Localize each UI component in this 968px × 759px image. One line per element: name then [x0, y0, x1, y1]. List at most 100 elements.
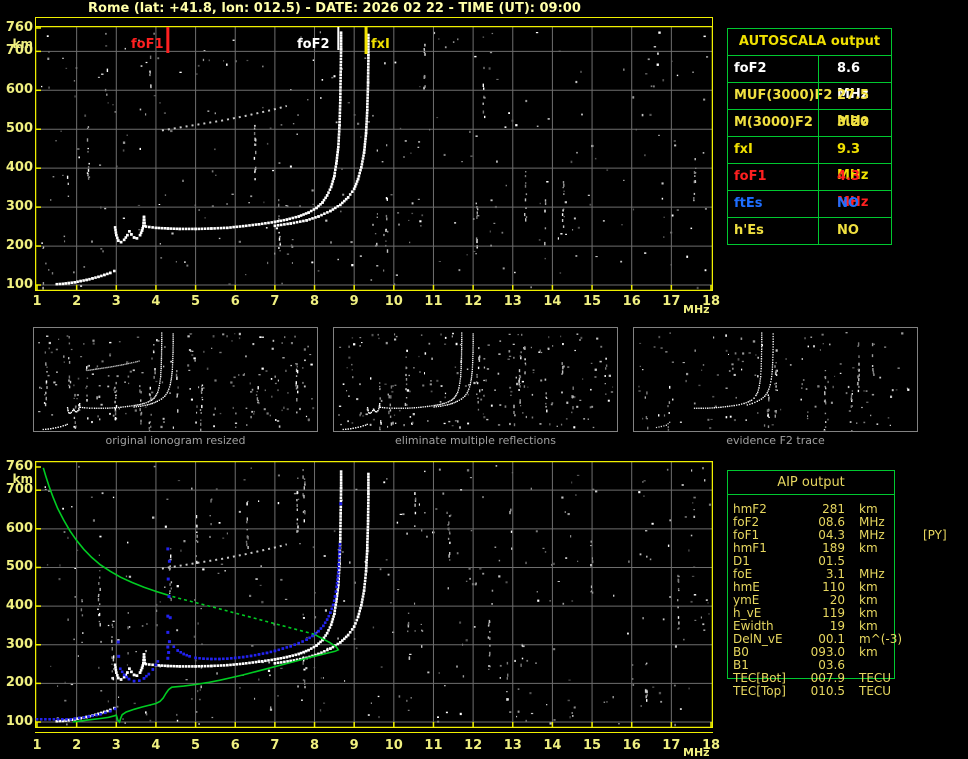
aip-row-note	[911, 646, 923, 659]
x-tick-label: 1	[32, 294, 42, 309]
thumbnail-eliminate-reflections	[333, 327, 618, 450]
aip-row: B0 093.0 km	[733, 646, 963, 659]
aip-row: DelN_vE 00.1 m^(-3)	[733, 633, 963, 646]
x-tick-label: 3	[111, 294, 121, 309]
top-ionogram-svg	[34, 25, 714, 293]
autoscala-row-label: MUF(3000)F2	[734, 88, 833, 103]
thumbnail-svg	[338, 332, 614, 450]
aip-row-note	[911, 594, 923, 607]
x-tick-label: 13	[503, 738, 522, 753]
x-tick-label: 3	[111, 738, 121, 753]
x-tick-label: 8	[309, 294, 320, 309]
x-tick-label: 7	[270, 294, 280, 309]
autoscala-row: M(3000)F2 3.20	[728, 110, 891, 137]
aip-row-unit: km	[859, 606, 878, 620]
top-ionogram-plot	[34, 25, 714, 293]
aip-row-note	[911, 620, 923, 633]
x-tick-label: 18	[701, 738, 721, 753]
y-tick-label: 500	[5, 559, 33, 575]
autoscala-row-label: h'Es	[734, 223, 764, 238]
x-tick-label: 14	[543, 294, 562, 309]
x-tick-label: 15	[583, 738, 602, 753]
autoscala-row-value: NO	[818, 218, 891, 244]
x-tick-label: 9	[349, 294, 359, 309]
autoscala-row: foF2 8.6 MHz	[728, 56, 891, 102]
autoscala-row: foF1 4.3 MHz	[728, 164, 891, 210]
y-tick-label: 400	[5, 598, 33, 614]
autoscala-row-value: 9.3 MHz	[818, 137, 891, 183]
autoscala-row-label: foF1	[734, 169, 767, 184]
x-tick-label: 16	[622, 294, 641, 309]
y-tick-label: 760	[5, 20, 33, 35]
x-tick-label: 17	[662, 294, 681, 309]
autoscala-row-value: 8.6 MHz	[818, 56, 891, 102]
x-tick-label: 13	[503, 294, 522, 309]
x-tick-label: 10	[384, 294, 403, 309]
x-tick-label: 17	[662, 738, 681, 753]
aip-row-unit: MHz	[859, 528, 885, 542]
aip-row-unit: m^(-3)	[859, 632, 903, 646]
fxi-marker-label: fxI	[371, 37, 390, 52]
y-tick-label: 200	[5, 238, 33, 254]
aip-row-note	[911, 581, 923, 594]
bottom-plot-outer-frame-line	[35, 732, 713, 733]
thumbnail-svg	[638, 332, 910, 440]
autoscala-row: MUF(3000)F2 27.5 MHz	[728, 83, 891, 129]
x-tick-label: 9	[349, 738, 359, 753]
y-tick-label: 200	[5, 675, 33, 691]
autoscala-output-table: AUTOSCALA output foF2 8.6 MHz MUF(3000)F2 2…	[727, 28, 892, 245]
aip-row-note	[911, 685, 923, 698]
aip-row-note	[911, 633, 923, 646]
aip-table-body: hmF2 281 km foF2 08.6 MHz foF1 04.3 MHz [PY] hmF1 1…	[733, 503, 963, 698]
autoscala-row: ftEs NO	[728, 191, 891, 218]
aip-row-note	[911, 555, 923, 568]
aip-row-unit: km	[859, 645, 878, 659]
y-tick-label: 400	[5, 160, 33, 176]
aip-row: foF1 04.3 MHz [PY]	[733, 529, 963, 542]
x-tick-label: 1	[32, 738, 42, 753]
autoscala-row-value: 4.3 MHz	[818, 164, 891, 210]
x-tick-label: 11	[424, 294, 443, 309]
autoscala-row-value: 27.5 MHz	[818, 83, 891, 129]
autoscala-table-body: foF2 8.6 MHz MUF(3000)F2 27.5 MHz M(3000)F2 3…	[728, 56, 891, 244]
thumbnail-caption-eliminate: eliminate multiple reflections	[395, 434, 556, 447]
aip-row: hmE 110 km	[733, 581, 963, 594]
aip-row-label: TEC[Top]	[733, 684, 786, 698]
aip-row-note	[911, 516, 923, 529]
x-tick-label: 6	[230, 738, 240, 753]
x-tick-label: 7	[270, 738, 280, 753]
x-tick-label: 11	[424, 738, 443, 753]
autoscala-row: fxI 9.3 MHz	[728, 137, 891, 183]
aip-row-note	[911, 568, 923, 581]
y-tick-label: 600	[5, 520, 33, 536]
x-tick-label: 14	[543, 738, 562, 753]
y-tick-label: 100	[5, 714, 33, 730]
x-tick-label: 15	[583, 294, 602, 309]
aip-row-unit: TECU	[859, 684, 892, 698]
x-tick-label: 10	[384, 738, 403, 753]
autoscala-row-label: ftEs	[734, 196, 763, 211]
x-tick-label: 5	[191, 294, 201, 309]
x-tick-label: 5	[191, 738, 201, 753]
aip-row-note	[911, 672, 923, 685]
aip-row-unit: MHz	[859, 567, 885, 581]
aip-row-unit: km	[859, 580, 878, 594]
y-tick-label: 700	[5, 43, 33, 59]
x-tick-label: 2	[72, 294, 82, 309]
aip-row-value: 010.5	[810, 684, 845, 698]
autoscala-row-label: fxI	[734, 142, 753, 157]
aip-row-unit: km	[859, 593, 878, 607]
thumbnail-caption-evidence: evidence F2 trace	[726, 434, 825, 447]
aip-row: foE 3.1 MHz	[733, 568, 963, 581]
aip-row: D1 01.5	[733, 555, 963, 568]
aip-row: TEC[Top] 010.5 TECU	[733, 685, 963, 698]
aip-row: hmF2 281 km	[733, 503, 963, 516]
aip-row: ymE 20 km	[733, 594, 963, 607]
y-tick-label: 100	[5, 277, 33, 292]
aip-row-unit: km	[859, 541, 878, 555]
bottom-ionogram-svg	[34, 460, 714, 731]
autoscala-row-label: M(3000)F2	[734, 115, 813, 130]
aip-row-note	[911, 607, 923, 620]
aip-row: hmF1 189 km	[733, 542, 963, 555]
bottom-ionogram-plot	[34, 460, 714, 731]
